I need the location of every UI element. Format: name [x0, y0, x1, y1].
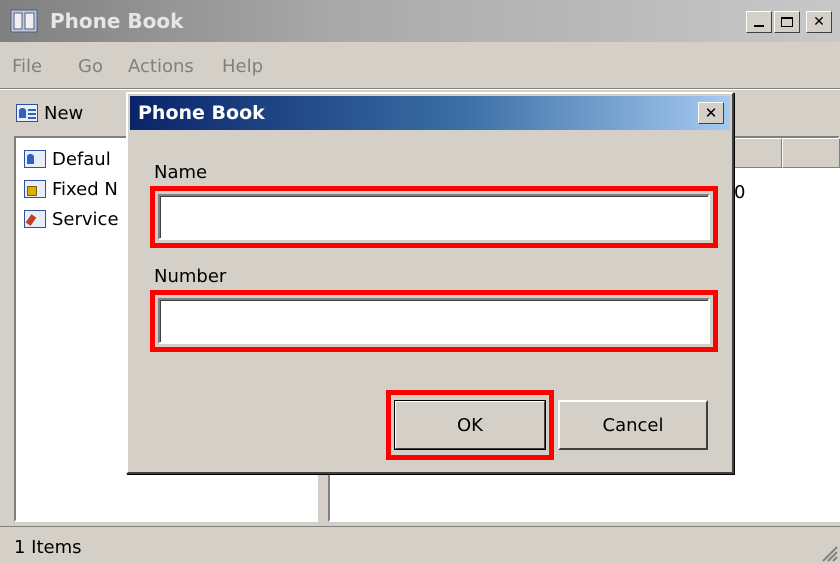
menu-go[interactable]: Go: [78, 56, 103, 77]
minimize-icon: [754, 25, 764, 27]
column-header[interactable]: [782, 138, 840, 168]
menu-help[interactable]: Help: [222, 56, 263, 77]
name-input[interactable]: [158, 194, 710, 240]
dialog-title: Phone Book: [138, 102, 265, 124]
ok-button[interactable]: OK: [394, 400, 546, 450]
toolbar-divider: [0, 88, 840, 90]
close-button[interactable]: ✕: [806, 11, 832, 33]
column-header[interactable]: [726, 138, 782, 168]
cancel-button-label: Cancel: [602, 414, 664, 436]
maximize-button[interactable]: [774, 11, 800, 33]
menu-file[interactable]: File: [12, 56, 42, 77]
contact-card-icon: [24, 150, 46, 168]
tree-item-label: Defaul: [52, 148, 111, 170]
tree-item-label: Fixed N: [52, 178, 118, 200]
tree-item-default[interactable]: Defaul: [24, 146, 111, 172]
maximize-icon: [781, 17, 793, 27]
number-input[interactable]: [158, 298, 710, 344]
new-button[interactable]: New: [16, 98, 83, 128]
new-contact-icon: [16, 104, 38, 122]
cancel-button[interactable]: Cancel: [558, 400, 708, 450]
ok-button-label: OK: [457, 414, 483, 436]
service-card-icon: [24, 210, 46, 228]
status-item-count: 1 Items: [14, 537, 82, 558]
new-button-label: New: [44, 102, 84, 124]
dialog-title-bar[interactable]: Phone Book ✕: [130, 96, 730, 130]
list-cell: 0: [734, 182, 746, 203]
menu-actions[interactable]: Actions: [128, 56, 194, 77]
main-title-bar[interactable]: Phone Book ✕: [0, 0, 840, 42]
tree-item-label: Service: [52, 208, 119, 230]
dialog-close-button[interactable]: ✕: [698, 102, 724, 124]
minimize-button[interactable]: [746, 11, 772, 33]
lock-card-icon: [24, 180, 46, 198]
number-label: Number: [154, 266, 227, 287]
tree-item-fixed[interactable]: Fixed N: [24, 176, 118, 202]
tree-item-service[interactable]: Service: [24, 206, 119, 232]
close-icon: ✕: [704, 104, 718, 122]
phone-book-app-icon: [10, 8, 38, 34]
menu-bar: File Go Actions Help: [0, 48, 840, 84]
main-window-title: Phone Book: [50, 9, 184, 33]
close-icon: ✕: [813, 14, 825, 30]
status-bar: 1 Items: [0, 526, 840, 564]
resize-grip[interactable]: [818, 542, 838, 562]
phone-book-dialog: Phone Book ✕ Name Number OK Cancel: [126, 92, 734, 474]
name-label: Name: [154, 162, 208, 183]
